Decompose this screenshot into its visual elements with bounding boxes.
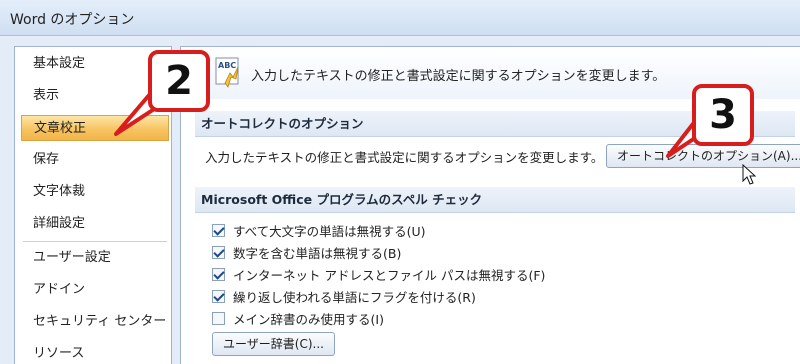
spelling-section-header: Microsoft Office プログラムのスペル チェック [195,187,795,213]
checkbox-label: 繰り返し使われる単語にフラグを付ける(R) [233,289,476,305]
sidebar-item-resources[interactable]: リソース [21,341,169,364]
sidebar-item-advanced[interactable]: 詳細設定 [21,211,169,237]
window-title: Word のオプション [10,12,135,28]
options-dialog: 基本設定 表示 文章校正 保存 文字体裁 詳細設定 ユーザー設定 アドイン セキ… [0,36,800,364]
callout-3: 3 [692,84,754,146]
sidebar-item-customize[interactable]: ユーザー設定 [21,245,169,271]
sidebar-item-save[interactable]: 保存 [21,147,169,173]
option-main-dictionary-only[interactable]: メイン辞書のみ使用する(I) [212,308,384,328]
option-ignore-uppercase[interactable]: すべて大文字の単語は無視する(U) [212,220,426,240]
title-bar: Word のオプション [0,0,800,36]
autocorrect-description: 入力したテキストの修正と書式設定に関するオプションを変更します。 [205,150,604,165]
checkbox[interactable] [212,245,225,259]
custom-dictionary-button[interactable]: ユーザー辞書(C)... [212,332,335,356]
sidebar-item-typography[interactable]: 文字体裁 [21,179,169,205]
checkbox-label: メイン辞書のみ使用する(I) [233,311,384,327]
abc-spelling-icon: ABC [215,57,239,88]
callout-2: 2 [148,50,210,112]
sidebar-divider [23,241,167,242]
option-ignore-internet-paths[interactable]: インターネット アドレスとファイル パスは無視する(F) [212,264,545,284]
svg-text:ABC: ABC [218,61,236,70]
checkbox[interactable] [212,267,225,281]
option-flag-repeated[interactable]: 繰り返し使われる単語にフラグを付ける(R) [212,286,476,306]
checkbox-label: 数字を含む単語は無視する(B) [233,245,402,261]
checkbox-label: インターネット アドレスとファイル パスは無視する(F) [233,267,546,283]
mouse-pointer-icon [742,164,757,185]
intro-text: 入力したテキストの修正と書式設定に関するオプションを変更します。 [251,69,666,84]
checkbox[interactable] [212,289,225,303]
checkbox[interactable] [212,311,225,325]
sidebar-item-addins[interactable]: アドイン [21,277,169,303]
checkbox[interactable] [212,223,225,237]
sidebar-item-trust-center[interactable]: セキュリティ センター [21,309,169,335]
checkbox-label: すべて大文字の単語は無視する(U) [233,223,426,239]
option-ignore-numbers[interactable]: 数字を含む単語は無視する(B) [212,242,401,262]
sidebar-item-basic[interactable]: 基本設定 [21,51,169,77]
